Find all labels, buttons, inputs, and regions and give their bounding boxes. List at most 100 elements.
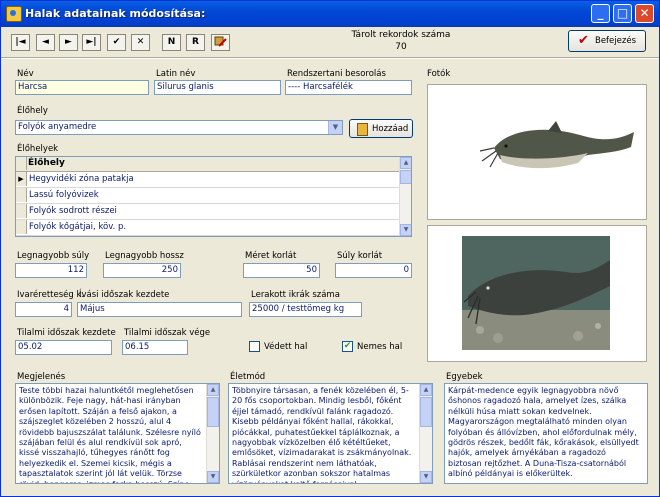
scroll-down-icon[interactable]: ▼ — [207, 471, 219, 483]
table-cell: Folyók sodrott részei — [29, 206, 117, 216]
legnagyobb-hossz-label: Legnagyobb hossz — [105, 251, 184, 261]
tools-icon[interactable] — [211, 34, 230, 51]
prev-record-button[interactable]: ◄ — [36, 34, 55, 51]
finish-button[interactable]: ✔ Befejezés — [568, 30, 646, 52]
meret-korlat-label: Méret korlát — [245, 251, 297, 261]
megjelenes-label: Megjelenés — [17, 372, 66, 382]
elohelyek-grid[interactable]: Élőhely ▶ Hegyvidéki zóna patakja Lassú … — [15, 156, 412, 237]
suly-korlat-label: Súly korlát — [337, 251, 383, 261]
toolbar-separator — [1, 57, 659, 59]
scroll-thumb[interactable] — [420, 397, 432, 427]
grid-header: Élőhely — [16, 157, 399, 172]
meret-korlat-field[interactable]: 50 — [243, 263, 320, 278]
elohely-value: Folyók anyamedre — [18, 122, 97, 132]
close-button[interactable]: ✕ — [635, 4, 654, 23]
nev-label: Név — [17, 69, 34, 79]
records-label: Tárolt rekordok száma — [351, 30, 451, 40]
megjelenes-text: Teste többi hazai haluntkétől meglehetős… — [19, 386, 201, 483]
catfish-underwater-drawing — [428, 226, 646, 361]
finish-button-label: Befejezés — [595, 36, 636, 46]
ivasi-kezdete-field[interactable]: Május — [77, 302, 242, 317]
minimize-button[interactable]: _ — [591, 4, 610, 23]
scroll-up-icon[interactable]: ▲ — [400, 157, 411, 169]
suly-korlat-field[interactable]: 0 — [335, 263, 412, 278]
maximize-button[interactable]: □ — [613, 4, 632, 23]
row-indicator — [16, 204, 27, 218]
scroll-thumb[interactable] — [207, 397, 219, 427]
tilalmi-kezdete-label: Tilalmi időszak kezdete — [17, 328, 116, 338]
ivasi-kezdete-label: Ívási időszak kezdete — [79, 290, 170, 300]
elohely-select[interactable]: Folyók anyamedre ▼ — [15, 120, 343, 135]
legnagyobb-suly-label: Legnagyobb súly — [17, 251, 90, 261]
ikrak-szama-label: Lerakott ikrák száma — [251, 290, 340, 300]
tilalmi-kezdete-field[interactable]: 05.02 — [15, 340, 112, 355]
egyebek-memo[interactable]: Kárpát-medence egyik legnagyobbra növő ő… — [444, 383, 648, 484]
table-cell: Hegyvidéki zóna patakja — [29, 174, 134, 184]
elohely-label: Élőhely — [17, 106, 48, 116]
legnagyobb-hossz-field[interactable]: 250 — [103, 263, 181, 278]
row-indicator — [16, 220, 27, 234]
catfish-drawing — [428, 85, 646, 219]
scroll-down-icon[interactable]: ▼ — [400, 224, 411, 236]
eletmod-label: Életmód — [230, 372, 266, 382]
main-window: Halak adatainak módosítása: _ □ ✕ |◄ ◄ ►… — [0, 0, 660, 497]
add-icon — [357, 123, 368, 136]
ivaretesseg-label: Ivaréretteség k. — [17, 290, 85, 300]
records-count: 70 — [395, 42, 407, 52]
latin-nev-label: Latin név — [156, 69, 196, 79]
rendszertani-value: ---- Harcsafélék — [288, 82, 353, 92]
row-indicator — [16, 188, 27, 202]
grid-column-header: Élőhely — [28, 158, 65, 168]
cancel-edit-button[interactable]: ✕ — [131, 34, 150, 51]
tilalmi-vege-label: Tilalmi időszak vége — [124, 328, 211, 338]
title-bar[interactable]: Halak adatainak módosítása: _ □ ✕ — [1, 1, 659, 27]
nemes-hal-label: Nemes hal — [357, 342, 403, 352]
scroll-down-icon[interactable]: ▼ — [420, 471, 432, 483]
megjelenes-memo[interactable]: Teste többi hazai haluntkétől meglehetős… — [15, 383, 220, 484]
nev-field[interactable]: Harcsa — [15, 80, 149, 95]
nemes-hal-checkbox[interactable]: ✔ — [342, 341, 353, 352]
scroll-up-icon[interactable]: ▲ — [207, 384, 219, 396]
next-record-button[interactable]: ► — [59, 34, 78, 51]
vedett-hal-checkbox[interactable] — [249, 341, 260, 352]
grid-header-selector — [16, 157, 27, 170]
eletmod-memo[interactable]: Többnyire társasan, a fenék közelében él… — [228, 383, 433, 484]
egyebek-text: Kárpát-medence egyik legnagyobbra növő ő… — [448, 386, 639, 479]
eletmod-text: Többnyire társasan, a fenék közelében él… — [232, 386, 412, 483]
checkmark-icon: ✔ — [578, 33, 589, 48]
scroll-up-icon[interactable]: ▲ — [420, 384, 432, 396]
table-row[interactable]: ▶ Hegyvidéki zóna patakja — [16, 172, 399, 188]
fish-photo-1 — [427, 84, 647, 220]
vedett-hal-label: Védett hal — [264, 342, 308, 352]
table-row[interactable]: Folyók sodrott részei — [16, 204, 399, 220]
grid-scrollbar[interactable]: ▲ ▼ — [399, 157, 411, 236]
add-button[interactable]: Hozzáad — [349, 119, 413, 138]
window-title: Halak adatainak módosítása: — [25, 7, 206, 20]
last-record-button[interactable]: ►| — [82, 34, 101, 51]
table-cell: Lassú folyóvizek — [29, 190, 99, 200]
row-indicator-icon: ▶ — [16, 172, 27, 186]
scroll-thumb[interactable] — [400, 170, 411, 184]
tilalmi-vege-field[interactable]: 06.15 — [122, 340, 188, 355]
add-button-label: Hozzáad — [372, 124, 409, 134]
rendszertani-label: Rendszertani besorolás — [287, 69, 386, 79]
first-record-button[interactable]: |◄ — [11, 34, 30, 51]
n-button[interactable]: N — [162, 34, 181, 51]
ivaretesseg-field[interactable]: 4 — [15, 302, 72, 317]
r-button[interactable]: R — [186, 34, 205, 51]
app-icon — [6, 6, 22, 22]
megjelenes-scrollbar[interactable]: ▲ ▼ — [206, 384, 219, 483]
legnagyobb-suly-field[interactable]: 112 — [15, 263, 87, 278]
egyebek-label: Egyebek — [446, 372, 483, 382]
table-row[interactable]: Folyók kőgátjai, köv. p. — [16, 220, 399, 236]
rendszertani-field[interactable]: ---- Harcsafélék — [285, 80, 412, 95]
table-row[interactable]: Lassú folyóvizek — [16, 188, 399, 204]
latin-nev-field[interactable]: Silurus glanis — [154, 80, 281, 95]
chevron-down-icon[interactable]: ▼ — [328, 121, 342, 134]
fotok-label: Fotók — [427, 69, 451, 79]
post-button[interactable]: ✔ — [107, 34, 126, 51]
eletmod-scrollbar[interactable]: ▲ ▼ — [419, 384, 432, 483]
ikrak-szama-field[interactable]: 25000 / testtömeg kg — [249, 302, 362, 317]
table-cell: Folyók kőgátjai, köv. p. — [29, 222, 127, 232]
elohelyek-label: Élőhelyek — [17, 144, 59, 154]
